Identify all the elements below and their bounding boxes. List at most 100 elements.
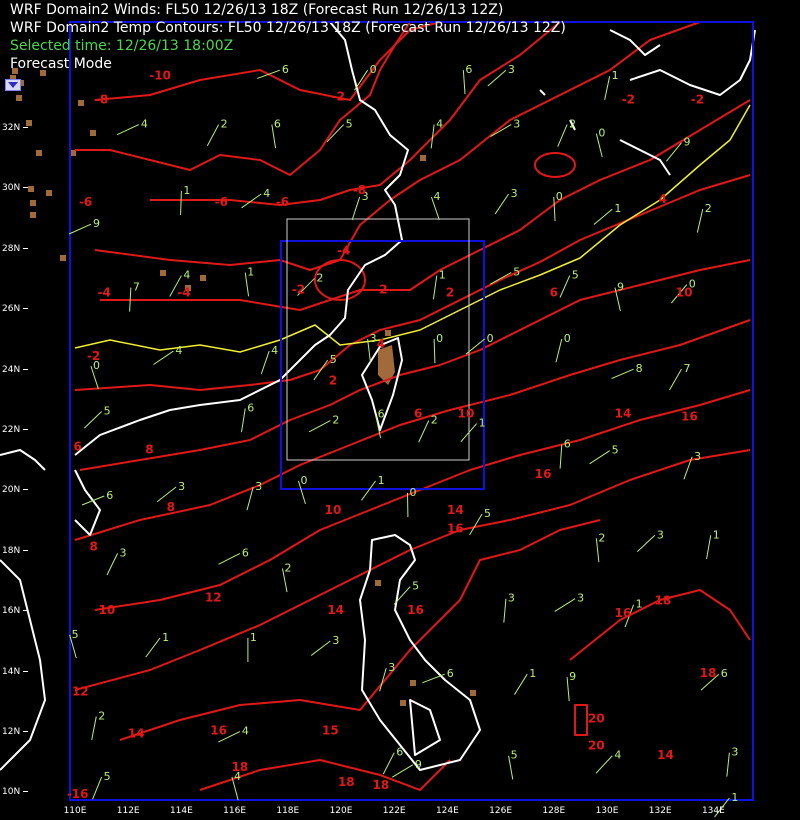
wind-speed-label: 2 [598, 531, 605, 544]
longitude-label: 120E [329, 806, 353, 816]
temperature-label: 8 [89, 539, 97, 553]
wind-speed-label: 0 [410, 486, 417, 499]
temperature-label: 14 [615, 407, 632, 421]
wind-speed-label: 9 [683, 136, 690, 149]
wind-speed-label: 1 [162, 631, 169, 644]
temperature-label: 16 [535, 467, 552, 481]
wind-speed-label: 6 [396, 746, 403, 759]
temperature-label: 18 [700, 666, 717, 680]
wind-barb [593, 208, 613, 225]
wind-barb [116, 124, 140, 136]
temperature-label: 2 [329, 373, 337, 387]
terrain-patch [375, 580, 381, 586]
temperature-label: 4 [377, 337, 385, 351]
wind-barb [382, 752, 395, 775]
wind-speed-label: 4 [433, 190, 440, 203]
longitude-label: 126E [489, 806, 513, 816]
coastline-layer [0, 21, 756, 771]
wind-speed-label: 3 [388, 661, 395, 674]
wind-speed-label: 3 [694, 450, 701, 463]
winds-title: WRF Domain2 Winds: FL50 12/26/13 18Z (Fo… [10, 2, 504, 18]
temperature-label: 10 [99, 603, 116, 617]
temperature-label: 12 [72, 684, 89, 698]
temperature-label: 18 [338, 775, 355, 789]
wind-barb [503, 598, 507, 623]
temperature-label: 16 [407, 603, 424, 617]
temp-contour [119, 519, 601, 741]
wind-barb [81, 495, 105, 506]
weather-map[interactable]: 6 0 6 3 14 2 6 5 4 3 2091 4 3 4 3 01 294 1 2 1 5 59 074 40 50 0 08… [0, 0, 800, 820]
wind-speed-label: 2 [569, 118, 576, 131]
wind-speed-label: 2 [98, 709, 105, 722]
temperature-label: 2 [446, 286, 454, 300]
temp-contour [94, 389, 751, 611]
temp-contour [94, 21, 701, 271]
temperature-label: -2 [691, 92, 704, 106]
wind-speed-label: 3 [120, 546, 127, 559]
wind-speed-label: 5 [572, 269, 579, 282]
terrain-patch [16, 95, 22, 101]
wind-barb [589, 450, 610, 465]
wind-barb [432, 275, 438, 300]
temperature-label: 18 [232, 760, 249, 774]
wind-speed-label: 3 [332, 634, 339, 647]
temperature-label: -8 [353, 183, 366, 197]
layer-menu-button[interactable] [5, 79, 21, 91]
longitude-label: 134E [701, 806, 725, 816]
wind-barb [595, 755, 613, 774]
temperature-label: 10 [458, 407, 475, 421]
wind-barb [351, 196, 361, 221]
temperature-label: -2 [332, 89, 345, 103]
wind-barb [557, 124, 568, 147]
temperature-label: -2 [374, 283, 387, 297]
terrain-patch [200, 275, 206, 281]
wind-speed-label: 2 [431, 414, 438, 427]
temperature-label: -2 [87, 349, 100, 363]
terrain-patch [160, 270, 166, 276]
longitude-label: 132E [648, 806, 672, 816]
wind-speed-label: 4 [175, 344, 182, 357]
temp-contour [534, 152, 576, 178]
wind-barb [240, 408, 246, 433]
wind-barb [490, 272, 512, 285]
wind-speed-label: 0 [556, 190, 563, 203]
terrain-patch [60, 255, 66, 261]
wind-barb [206, 124, 220, 146]
wind-barb [91, 716, 97, 741]
wind-speed-label: 5 [513, 266, 520, 279]
wind-speed-label: 4 [271, 344, 278, 357]
wind-barb [494, 193, 509, 215]
temperature-label: 10 [676, 286, 693, 300]
wind-barb [696, 209, 704, 233]
wind-speed-label: 3 [657, 528, 664, 541]
wind-speed-label: 2 [221, 118, 228, 131]
wind-speed-label: 1 [439, 269, 446, 282]
longitude-label: 114E [169, 806, 193, 816]
latitude-label: 10N [2, 787, 28, 797]
temperature-label: 4 [659, 192, 667, 206]
wind-barb [313, 359, 329, 381]
coastline [409, 699, 441, 756]
coastline [359, 534, 481, 771]
terrain-patch [46, 190, 52, 196]
terrain-patch [28, 186, 34, 192]
temperature-label: 12 [205, 591, 222, 605]
wind-barb [391, 764, 414, 778]
wind-speed-label: 4 [242, 725, 249, 738]
wind-speed-label: 0 [300, 474, 307, 487]
temperature-label: -4 [177, 286, 190, 300]
wind-speed-label: 6 [564, 438, 571, 451]
wind-speed-label: 6 [282, 63, 289, 76]
wind-speed-label: 7 [683, 362, 690, 375]
wind-speed-label: 5 [484, 507, 491, 520]
wind-speed-label: 6 [465, 63, 472, 76]
wind-barb [611, 368, 634, 380]
wind-speed-label: 0 [370, 63, 377, 76]
terrain-patch [420, 155, 426, 161]
wind-barb [669, 368, 682, 391]
latitude-label: 16N [2, 606, 28, 616]
longitude-label: 124E [435, 806, 459, 816]
latitude-label: 14N [2, 667, 28, 677]
wind-speed-label: 0 [564, 332, 571, 345]
terrain-patch [78, 100, 84, 106]
